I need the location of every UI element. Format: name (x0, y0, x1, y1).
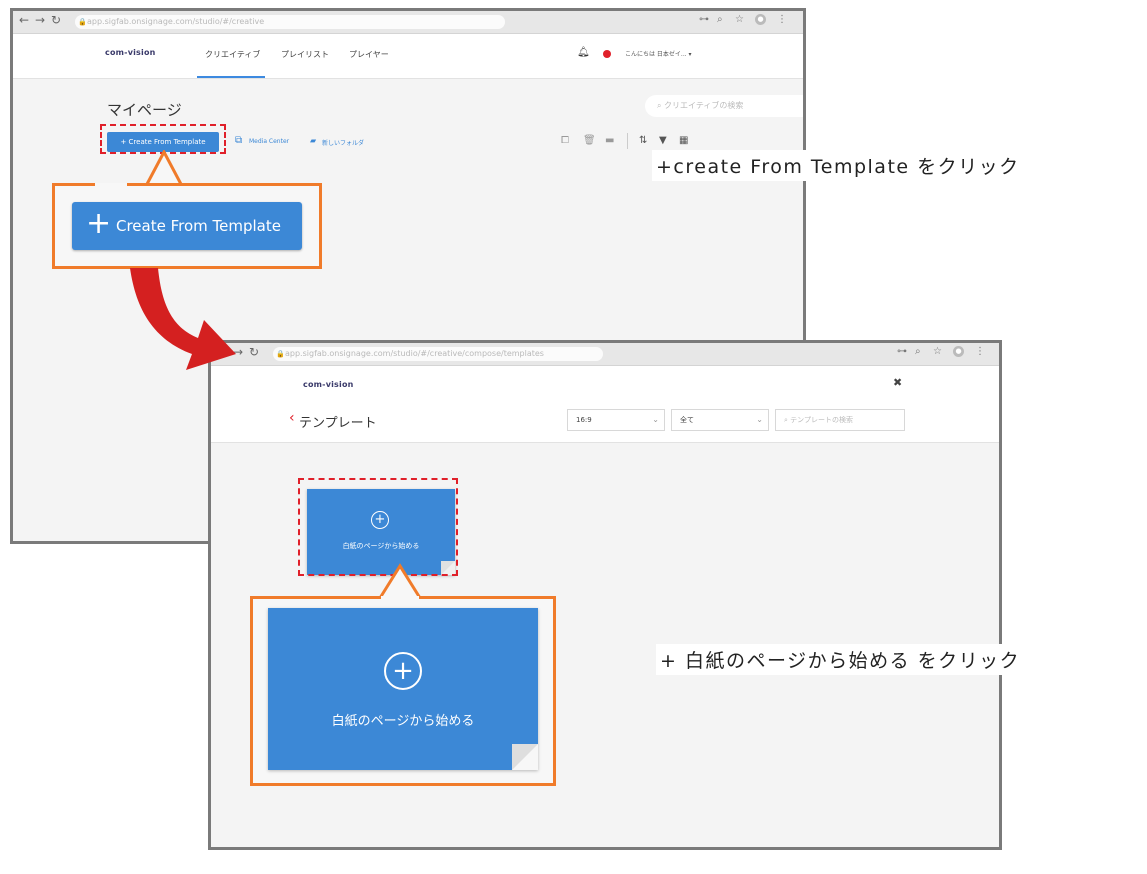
template-search-input[interactable]: ⌕ テンプレートの検索 (775, 409, 905, 431)
arrow-shape (130, 268, 236, 370)
zoomed-blank-card-label: 白紙のページから始める (331, 714, 475, 729)
status-dot-icon (603, 50, 611, 58)
menu-dots-icon[interactable]: ⋮ (777, 14, 787, 25)
logo-text: com-vision (303, 380, 354, 389)
plus-icon: + (86, 206, 112, 241)
copy-icon[interactable]: ⧠ (561, 135, 569, 146)
menu-dots-icon[interactable]: ⋮ (975, 346, 985, 357)
browser-toolbar: ← → ↻ 🔒 app.sigfab.onsignage.com/studio/… (13, 11, 803, 34)
profile-icon[interactable]: ● (755, 14, 766, 25)
zoom-icon[interactable]: ⌕ (915, 346, 921, 357)
user-menu[interactable]: こんにちは 日本ゼイ... ▾ (625, 49, 692, 58)
search-placeholder: テンプレートの検索 (790, 416, 853, 424)
forward-icon[interactable]: → (35, 13, 45, 27)
back-chevron-icon[interactable]: ‹ (289, 410, 295, 426)
chevron-down-icon: ⌄ (652, 415, 659, 424)
logo[interactable]: com-vision (303, 380, 354, 389)
media-center-link[interactable]: Media Center (249, 138, 289, 145)
aspect-value: 16:9 (576, 416, 592, 424)
category-select[interactable]: 全て ⌄ (671, 409, 769, 431)
logo[interactable]: com-vision (105, 48, 156, 57)
chevron-down-icon: ⌄ (756, 415, 763, 424)
profile-icon[interactable]: ● (953, 346, 964, 357)
search-input[interactable]: ⌕ クリエイティブの検索 (645, 95, 803, 117)
url-text: app.sigfab.onsignage.com/studio/#/creati… (87, 17, 265, 26)
reload-icon[interactable]: ↻ (51, 13, 61, 27)
caption-step2: + 白紙のページから始める をクリック (656, 644, 1025, 675)
address-bar-2[interactable]: 🔒 app.sigfab.onsignage.com/studio/#/crea… (273, 347, 603, 361)
tab-playlist[interactable]: プレイリスト (281, 49, 329, 60)
search-placeholder: クリエイティブの検索 (664, 101, 744, 110)
sort-icon[interactable]: ⇅ (639, 135, 647, 146)
address-bar[interactable]: 🔒 app.sigfab.onsignage.com/studio/#/crea… (75, 15, 505, 29)
key-icon[interactable]: ⊶ (699, 14, 709, 25)
templates-title: テンプレート (299, 416, 377, 431)
tab-creative[interactable]: クリエイティブ (205, 49, 260, 60)
plus-circle-icon: + (384, 652, 422, 690)
zoomed-button-label: Create From Template (116, 217, 281, 235)
url-text: app.sigfab.onsignage.com/studio/#/creati… (285, 349, 544, 358)
callout-pointer (143, 150, 185, 188)
lock-icon: 🔒 (78, 18, 87, 26)
browser-toolbar-2: ← → ↻ 🔒 app.sigfab.onsignage.com/studio/… (211, 343, 999, 366)
move-icon[interactable]: ▬ (605, 135, 614, 146)
new-folder-link[interactable]: 新しいフォルダ (322, 138, 364, 147)
zoom-icon[interactable]: ⌕ (717, 14, 723, 25)
trash-icon[interactable]: 🗑︎ (583, 135, 596, 146)
back-icon[interactable]: ← (19, 13, 29, 27)
tab-player[interactable]: プレイヤー (349, 49, 389, 60)
toolbar-divider (627, 133, 628, 149)
close-icon[interactable]: ✖ (893, 376, 902, 389)
key-icon[interactable]: ⊶ (897, 346, 907, 357)
page-fold-corner (512, 744, 538, 770)
red-arrow-icon (130, 268, 236, 370)
zoomed-blank-page-card[interactable]: + 白紙のページから始める (268, 608, 538, 770)
active-tab-indicator (197, 76, 265, 78)
star-icon[interactable]: ☆ (735, 14, 744, 25)
aspect-ratio-select[interactable]: 16:9 ⌄ (567, 409, 665, 431)
callout-gap (381, 596, 419, 600)
callout-gap (95, 183, 127, 187)
lock-icon: 🔒 (276, 350, 285, 358)
caption-step1: +create From Template をクリック (652, 150, 1024, 181)
search-icon: ⌕ (657, 101, 665, 110)
category-value: 全て (680, 416, 694, 424)
page-title: マイページ (107, 101, 182, 119)
filter-icon[interactable]: ▼ (659, 135, 667, 146)
logo-text: com-vision (105, 48, 156, 57)
templates-header: com-vision ✖ ‹ テンプレート 16:9 ⌄ 全て ⌄ ⌕ テンプレ… (211, 366, 999, 443)
bell-icon[interactable]: 🔔︎ (577, 47, 590, 58)
grid-view-icon[interactable]: ▦ (679, 135, 688, 146)
folder-icon: ▰ (310, 136, 317, 145)
zoomed-create-from-template-button[interactable]: + Create From Template (72, 202, 302, 250)
star-icon[interactable]: ☆ (933, 346, 942, 357)
media-center-icon: ⧉ (235, 135, 243, 146)
callout-pointer (377, 563, 423, 600)
app-header: com-vision クリエイティブ プレイリスト プレイヤー 🔔︎ こんにちは… (13, 34, 803, 79)
